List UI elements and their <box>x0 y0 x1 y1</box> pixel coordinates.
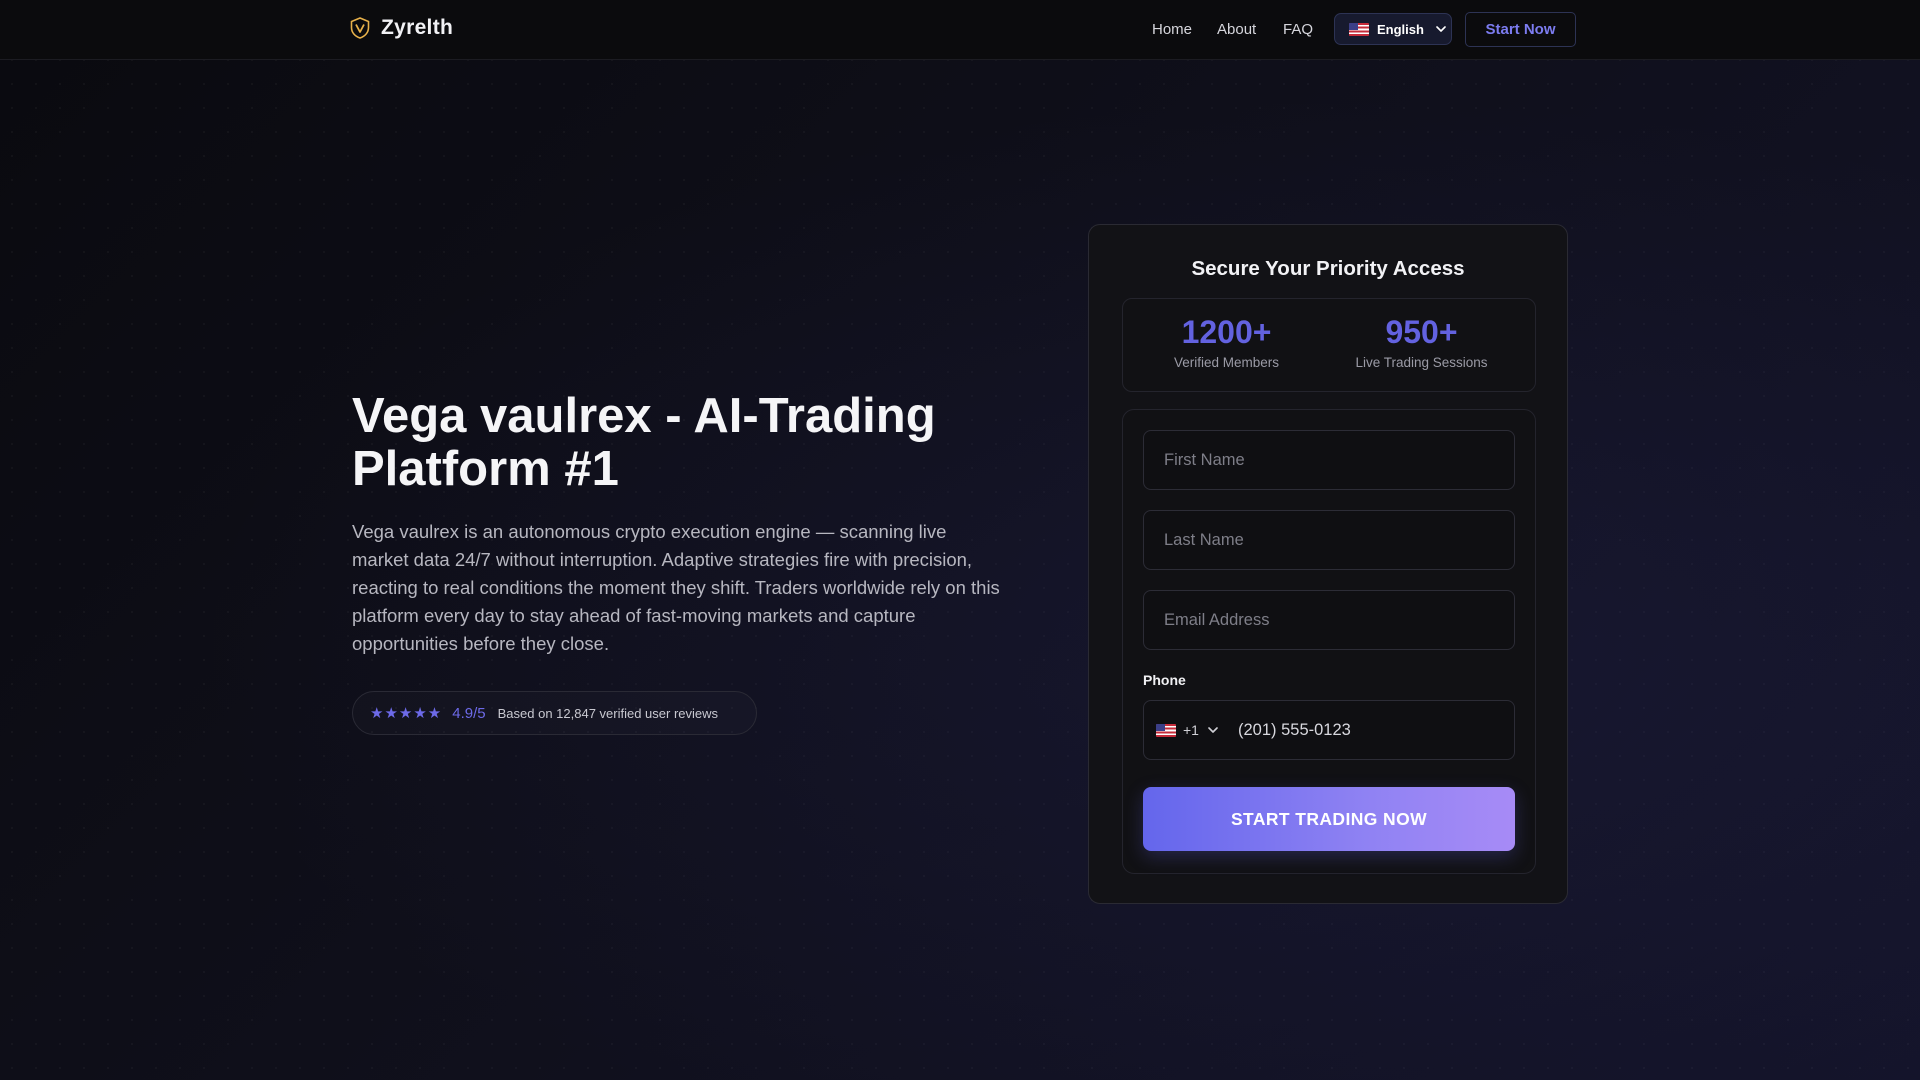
stat-sessions-value: 950+ <box>1385 314 1458 350</box>
shield-logo-icon <box>350 17 370 39</box>
first-name-input[interactable] <box>1143 430 1515 490</box>
rating-badge: ★★★★★ 4.9/5 Based on 12,847 verified use… <box>352 691 757 735</box>
nav-about[interactable]: About <box>1217 21 1256 38</box>
stats-panel: 1200+ Verified Members 950+ Live Trading… <box>1122 298 1536 392</box>
country-code-selector[interactable]: +1 <box>1144 722 1230 738</box>
last-name-input[interactable] <box>1143 510 1515 570</box>
brand-logo[interactable]: Zyrelth <box>350 16 453 40</box>
signup-form: Phone +1 START TRADING NOW <box>1122 409 1536 874</box>
card-title: Secure Your Priority Access <box>1191 257 1465 280</box>
rating-score: 4.9/5 <box>452 704 486 722</box>
stat-members-label: Verified Members <box>1173 355 1280 370</box>
country-code: +1 <box>1183 722 1199 738</box>
us-flag-icon <box>1349 22 1369 36</box>
language-selector[interactable]: English <box>1334 13 1452 45</box>
signup-card: Secure Your Priority Access 1200+ Verifi… <box>1088 224 1568 904</box>
start-now-button[interactable]: Start Now <box>1465 12 1576 47</box>
us-flag-icon <box>1156 723 1176 737</box>
chevron-down-icon <box>1436 26 1446 32</box>
rating-reviews: Based on 12,847 verified user reviews <box>497 705 719 721</box>
hero-title: Vega vaulrex - AI-Trading Platform #1 <box>352 389 936 496</box>
stat-members-value: 1200+ <box>1181 314 1272 350</box>
star-rating-icons: ★★★★★ <box>370 705 443 722</box>
stat-sessions-label: Live Trading Sessions <box>1355 355 1488 370</box>
nav-faq[interactable]: FAQ <box>1283 21 1313 38</box>
phone-field: +1 <box>1143 700 1515 760</box>
start-trading-button[interactable]: START TRADING NOW <box>1143 787 1515 851</box>
top-navbar: Zyrelth Home About FAQ English Start Now <box>0 0 1920 60</box>
brand-name: Zyrelth <box>381 16 454 39</box>
nav-home[interactable]: Home <box>1152 21 1192 38</box>
chevron-down-icon <box>1208 727 1218 733</box>
email-input[interactable] <box>1143 590 1515 650</box>
stat-sessions: 950+ Live Trading Sessions <box>1318 313 1525 370</box>
phone-label: Phone <box>1143 672 1186 688</box>
phone-input[interactable] <box>1230 719 1500 741</box>
hero-description: Vega vaulrex is an autonomous crypto exe… <box>352 521 1000 654</box>
stat-members: 1200+ Verified Members <box>1123 313 1330 370</box>
language-label: English <box>1377 21 1424 37</box>
